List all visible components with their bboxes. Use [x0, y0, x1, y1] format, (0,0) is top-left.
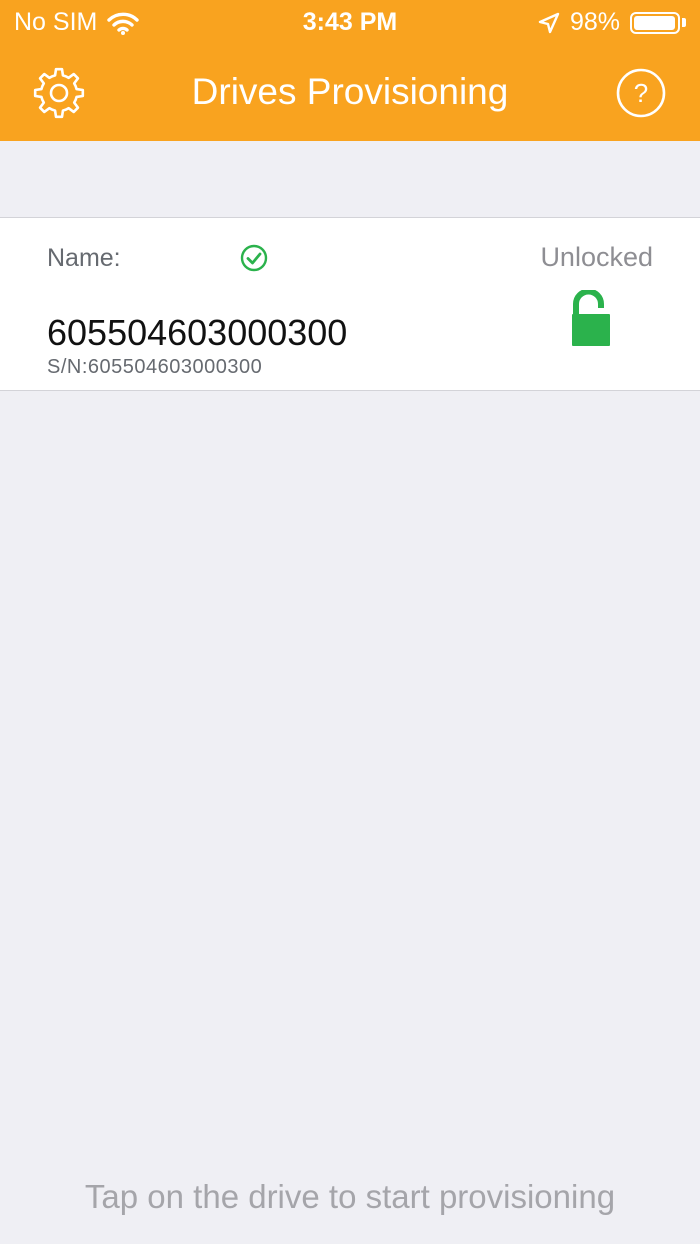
page-title: Drives Provisioning — [191, 71, 509, 112]
help-button[interactable]: ? — [616, 68, 666, 118]
battery-percent: 98% — [569, 8, 620, 36]
provisioning-hint: Tap on the drive to start provisioning — [84, 1178, 616, 1215]
battery-fill — [634, 15, 676, 30]
drive-name-label: Name: — [47, 244, 121, 272]
drive-name: 605504603000300 — [47, 312, 348, 353]
drive-list-item[interactable]: Name: Unlocked 605504603000300 S/N:60550… — [0, 217, 700, 391]
lock-status-label: Unlocked — [540, 242, 653, 272]
drive-serial-number: S/N:605504603000300 — [47, 356, 263, 378]
check-circle-icon — [240, 244, 268, 272]
unlocked-padlock-icon — [572, 290, 610, 346]
navigation-header: No SIM 3:43 PM 98% Drives Provisioning ? — [0, 0, 700, 141]
help-icon: ? — [616, 68, 666, 118]
status-right: 98% — [538, 8, 686, 37]
battery-tip — [682, 18, 686, 27]
svg-text:?: ? — [634, 78, 648, 108]
battery-icon — [630, 11, 680, 34]
status-bar: No SIM 3:43 PM 98% — [0, 0, 700, 44]
location-arrow-icon — [538, 12, 560, 33]
